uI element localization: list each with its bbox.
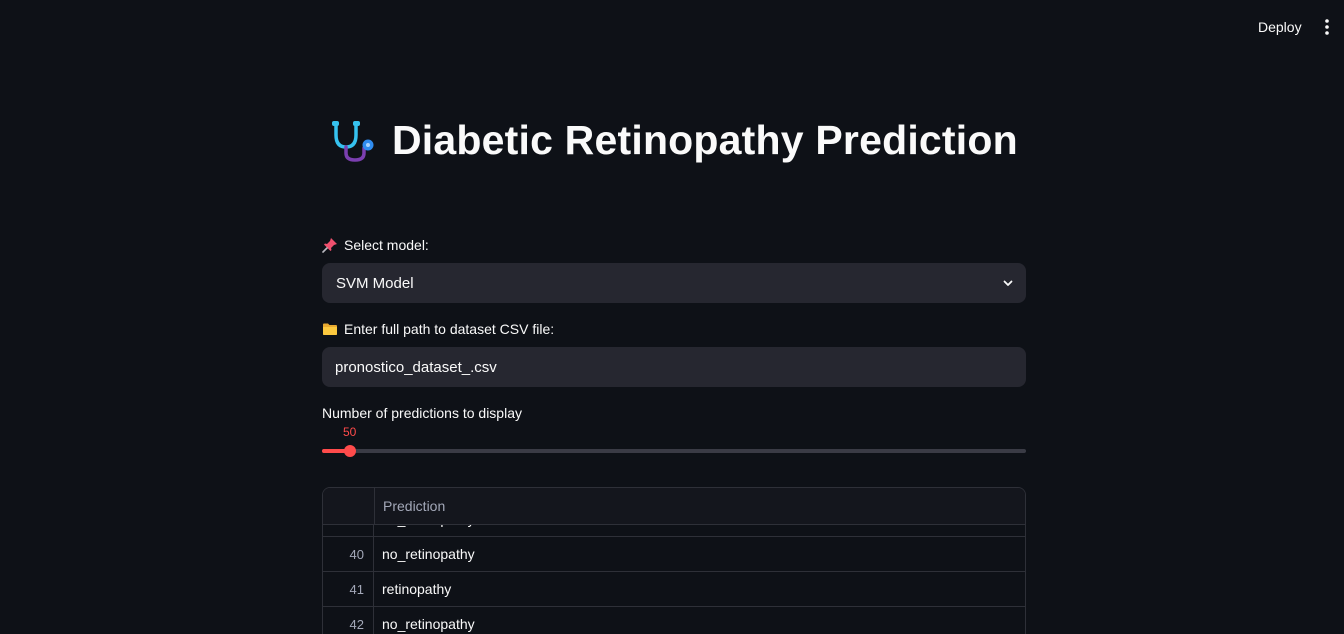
table-row[interactable]: 40 no_retinopathy bbox=[323, 537, 1025, 572]
table-row[interactable]: 42 no_retinopathy bbox=[323, 607, 1025, 634]
predictions-table[interactable]: Prediction 39 no_retinopathy 40 no_retin… bbox=[322, 487, 1026, 634]
table-header: Prediction bbox=[323, 488, 1025, 525]
title-row: Diabetic Retinopathy Prediction bbox=[328, 110, 1018, 170]
top-toolbar: Deploy bbox=[0, 0, 1344, 54]
index-column-header bbox=[323, 488, 375, 524]
prediction-column-header[interactable]: Prediction bbox=[375, 488, 1025, 524]
row-index: 41 bbox=[323, 572, 374, 606]
vertical-ellipsis-icon bbox=[1325, 19, 1329, 35]
slider-value: 50 bbox=[343, 425, 357, 439]
chevron-down-icon bbox=[1003, 280, 1013, 286]
dataset-path-input[interactable] bbox=[322, 347, 1026, 387]
row-index: 42 bbox=[323, 607, 374, 634]
slider-thumb[interactable] bbox=[344, 445, 357, 457]
main-menu-button[interactable] bbox=[1316, 15, 1338, 39]
folder-icon bbox=[323, 323, 337, 335]
predictions-slider[interactable] bbox=[322, 445, 1026, 457]
app-root: Deploy Diabetic Retinopathy Prediction S… bbox=[0, 0, 1344, 634]
prediction-cell[interactable]: no_retinopathy bbox=[374, 607, 1025, 634]
page-title: Diabetic Retinopathy Prediction bbox=[392, 116, 1018, 163]
slider-label: Number of predictions to display bbox=[322, 403, 522, 423]
path-input-label-text: Enter full path to dataset CSV file: bbox=[344, 321, 555, 337]
path-input-label: Enter full path to dataset CSV file: bbox=[322, 319, 554, 339]
model-select[interactable]: SVM Model bbox=[322, 263, 1026, 303]
model-select-value: SVM Model bbox=[336, 274, 414, 292]
model-select-label: Select model: bbox=[322, 235, 429, 255]
model-select-label-text: Select model: bbox=[344, 237, 429, 253]
row-index: 40 bbox=[323, 537, 374, 571]
table-row[interactable]: 41 retinopathy bbox=[323, 572, 1025, 607]
prediction-cell[interactable]: retinopathy bbox=[374, 572, 1025, 606]
deploy-button[interactable]: Deploy bbox=[1250, 15, 1310, 39]
slider-label-text: Number of predictions to display bbox=[322, 405, 522, 421]
pushpin-icon bbox=[322, 238, 337, 253]
stethoscope-icon bbox=[332, 121, 374, 162]
prediction-cell[interactable]: no_retinopathy bbox=[374, 537, 1025, 571]
